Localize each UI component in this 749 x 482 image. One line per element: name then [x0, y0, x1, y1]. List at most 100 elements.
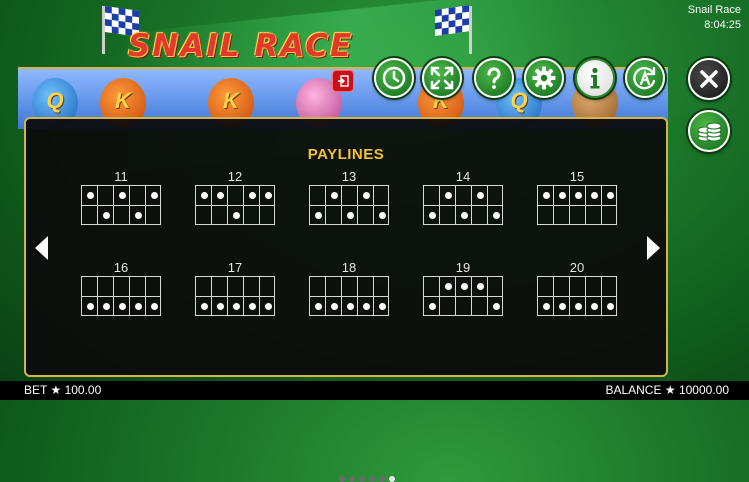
help-button[interactable] — [474, 58, 514, 98]
payline-number: 17 — [227, 260, 243, 275]
payline-dot — [134, 211, 142, 219]
clock-time: 8:04:25 — [704, 19, 741, 31]
payline-dot — [330, 302, 338, 310]
payline-dot — [150, 191, 158, 199]
payline-dot — [314, 302, 322, 310]
page-indicator — [339, 476, 395, 482]
chevron-left-icon[interactable] — [32, 234, 50, 262]
payline-number: 16 — [113, 260, 129, 275]
page-dot[interactable] — [359, 476, 365, 482]
payline-dot — [102, 211, 110, 219]
payline-15: 15 — [536, 169, 618, 225]
payline-13: 13 — [308, 169, 390, 225]
chevron-right-icon[interactable] — [645, 234, 663, 262]
fullscreen-button[interactable] — [422, 58, 462, 98]
autoplay-button[interactable] — [625, 58, 665, 98]
payline-grid — [195, 276, 275, 316]
panel-title: PAYLINES — [307, 146, 385, 163]
info-button[interactable] — [575, 58, 615, 98]
payline-dot — [216, 191, 224, 199]
payline-17: 17 — [194, 260, 276, 316]
coin-stack-icon — [697, 122, 722, 142]
info-icon — [590, 67, 600, 89]
game-title: Snail Race — [687, 4, 741, 16]
payline-grid — [309, 185, 389, 225]
payline-grid — [309, 276, 389, 316]
bet-coins-button[interactable] — [688, 110, 730, 152]
payline-grid — [81, 185, 161, 225]
payline-dot — [216, 302, 224, 310]
payline-dot — [232, 302, 240, 310]
payline-14: 14 — [422, 169, 504, 225]
payline-dot — [264, 191, 272, 199]
page-dot[interactable] — [369, 476, 375, 482]
payline-dot — [362, 302, 370, 310]
exit-button[interactable] — [332, 70, 354, 92]
payline-dot — [542, 191, 550, 199]
balance-value: 10000.00 — [678, 383, 729, 397]
payline-dot — [492, 211, 500, 219]
bet-label: BET — [24, 383, 48, 397]
reel-symbol-letter: Q — [46, 88, 64, 113]
payline-grid — [195, 185, 275, 225]
payline-dot — [428, 302, 436, 310]
star-icon: ★ — [664, 383, 676, 397]
payline-number: 12 — [227, 169, 243, 184]
payline-dot — [86, 302, 94, 310]
payline-number: 14 — [455, 169, 471, 184]
page-dot[interactable] — [349, 476, 355, 482]
payline-20: 20 — [536, 260, 618, 316]
bet-display: BET ★ 100.00 — [24, 381, 101, 400]
payline-grid — [537, 185, 617, 225]
payline-number: 20 — [569, 260, 585, 275]
balance-label: BALANCE — [605, 383, 662, 397]
clock-icon — [382, 66, 406, 90]
payline-dot — [102, 302, 110, 310]
payline-dot — [428, 211, 436, 219]
payline-dot — [86, 191, 94, 199]
payline-dot — [558, 302, 566, 310]
bet-value: 100.00 — [64, 383, 102, 397]
page-dot[interactable] — [339, 476, 345, 482]
payline-dot — [574, 302, 582, 310]
reel-symbol-letter: K — [115, 88, 131, 113]
gear-icon — [532, 66, 556, 90]
payline-dot — [314, 211, 322, 219]
payline-dot — [134, 302, 142, 310]
payline-dot — [118, 302, 126, 310]
payline-dot — [542, 302, 550, 310]
payline-dot — [378, 302, 386, 310]
settings-button[interactable] — [524, 58, 564, 98]
exit-door-icon — [338, 75, 349, 87]
payline-dot — [590, 302, 598, 310]
page-dot[interactable] — [389, 476, 395, 482]
question-mark-icon — [487, 67, 501, 89]
payline-dot — [460, 282, 468, 290]
payline-dot — [248, 191, 256, 199]
payline-dot — [444, 282, 452, 290]
payline-dot — [346, 211, 354, 219]
status-clock: Snail Race 8:04:25 — [688, 3, 741, 33]
payline-19: 19 — [422, 260, 504, 316]
payline-18: 18 — [308, 260, 390, 316]
payline-dot — [118, 191, 126, 199]
paylines-panel: PAYLINES 11 12 13 14 15 16 17 18 19 20 — [24, 117, 668, 482]
autoplay-speed-button[interactable] — [374, 58, 414, 98]
payline-dot — [606, 302, 614, 310]
payline-dot — [574, 191, 582, 199]
bottom-bar: BET ★ 100.00 BALANCE ★ 10000.00 — [0, 381, 749, 400]
payline-number: 13 — [341, 169, 357, 184]
payline-dot — [444, 191, 452, 199]
star-icon: ★ — [50, 383, 62, 397]
payline-11: 11 — [80, 169, 162, 225]
payline-dot — [346, 302, 354, 310]
page-dot[interactable] — [379, 476, 385, 482]
payline-dot — [248, 302, 256, 310]
close-button[interactable] — [688, 58, 730, 100]
payline-dot — [492, 302, 500, 310]
payline-dot — [606, 191, 614, 199]
payline-grid — [537, 276, 617, 316]
payline-grid — [423, 185, 503, 225]
payline-number: 15 — [569, 169, 585, 184]
balance-display: BALANCE ★ 10000.00 — [605, 381, 729, 400]
